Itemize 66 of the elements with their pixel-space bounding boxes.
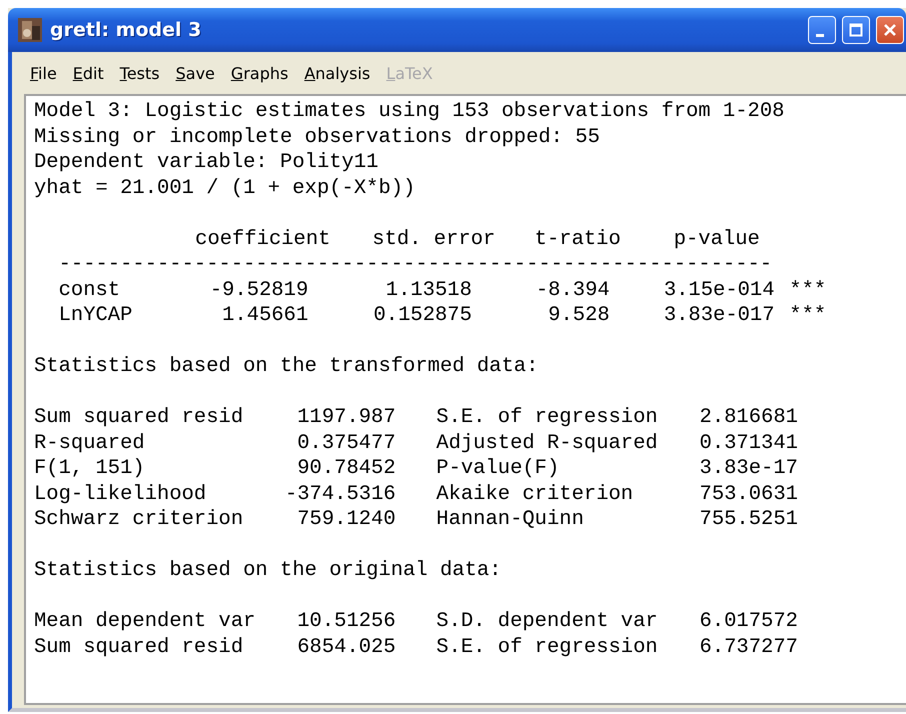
stat-label: Schwarz criterion [34,507,244,532]
stat-value: 0.375477 [296,430,396,456]
menu-item[interactable]: Tests [112,64,168,82]
table-cell-text: 1.45661 [221,303,308,328]
table-cell-text: -8.394 [534,278,610,303]
output-line: Missing or incomplete observations dropped: 55 [34,124,600,150]
minimize-button[interactable] [808,16,836,44]
menu-item[interactable]: Graphs [222,64,296,82]
stat-label: Sum squared resid [34,634,244,660]
output-line: yhat = 21.001 / (1 + exp(-X*b)) [34,176,416,201]
stat-value: 10.51256 [296,609,396,634]
separator-line: ---------------------------------------------------------- [58,252,772,278]
menu-item[interactable]: Analysis [296,64,378,82]
output-line: Dependent variable: Polity11 [34,150,378,176]
stat-value: 90.78452 [296,456,396,482]
close-icon [883,23,897,37]
stat-value: 2.816681 [698,405,798,430]
maximize-icon [849,23,863,37]
variable-name: LnYCAP [58,303,134,328]
significance-stars: *** [789,303,826,328]
table-cell-text: 3.15e-014 [662,278,775,303]
table-cell-text: 9.528 [547,303,610,328]
stat-label: Adjusted R-squared [436,430,659,456]
section-title: Statistics based on the original data: [34,558,502,584]
stat-label: S.D. dependent var [436,609,659,634]
stat-value: 755.5251 [698,507,798,532]
table-cell-text: 3.83e-017 [662,303,775,328]
stat-label: Mean dependent var [34,609,256,634]
significance-stars: *** [789,278,826,303]
menu-item: LaTeX [385,64,434,82]
stat-label: Log-likelihood [34,482,208,507]
menu-item[interactable]: Save [168,64,223,82]
column-header: p-value [674,226,760,252]
output-line: Model 3: Logistic estimates using 153 observations from 1-208 [34,99,784,124]
stat-label: P-value(F) [436,456,560,482]
stat-label: R-squared [34,430,146,456]
minimize-icon [816,34,824,36]
stat-label: F(1, 151) [34,456,146,482]
stat-label: S.E. of regression [436,634,659,660]
close-button[interactable] [876,16,904,44]
column-header: std. error [372,226,496,252]
app-icon [18,18,42,42]
variable-name: const [58,278,122,303]
stat-value: 6.017572 [698,609,798,634]
stat-value: 6.737277 [698,634,798,660]
stat-value: 759.1240 [296,507,396,532]
stat-value: 753.0631 [698,482,798,507]
stat-value: 1197.987 [296,405,396,430]
stat-label: Akaike criterion [436,482,634,507]
column-header: t-ratio [534,226,621,252]
table-cell-text: 0.152875 [372,303,472,328]
stat-label: Hannan-Quinn [436,507,585,532]
column-header: coefficient [195,226,330,252]
maximize-button[interactable] [842,16,870,44]
stat-value: 6854.025 [296,634,396,660]
table-cell-text: -9.52819 [208,278,308,303]
menu-item[interactable]: Edit [64,64,112,82]
table-cell-text: 1.13518 [384,278,472,303]
stat-label: S.E. of regression [436,405,659,430]
stat-value: -374.5316 [284,482,396,507]
stat-label: Sum squared resid [34,405,244,430]
menu-item[interactable]: File [22,64,65,82]
stat-value: 0.371341 [698,430,798,456]
window-title: gretl: model 3 [50,19,202,41]
section-title: Statistics based on the transformed data: [34,354,538,380]
stat-value: 3.83e-17 [698,456,798,482]
